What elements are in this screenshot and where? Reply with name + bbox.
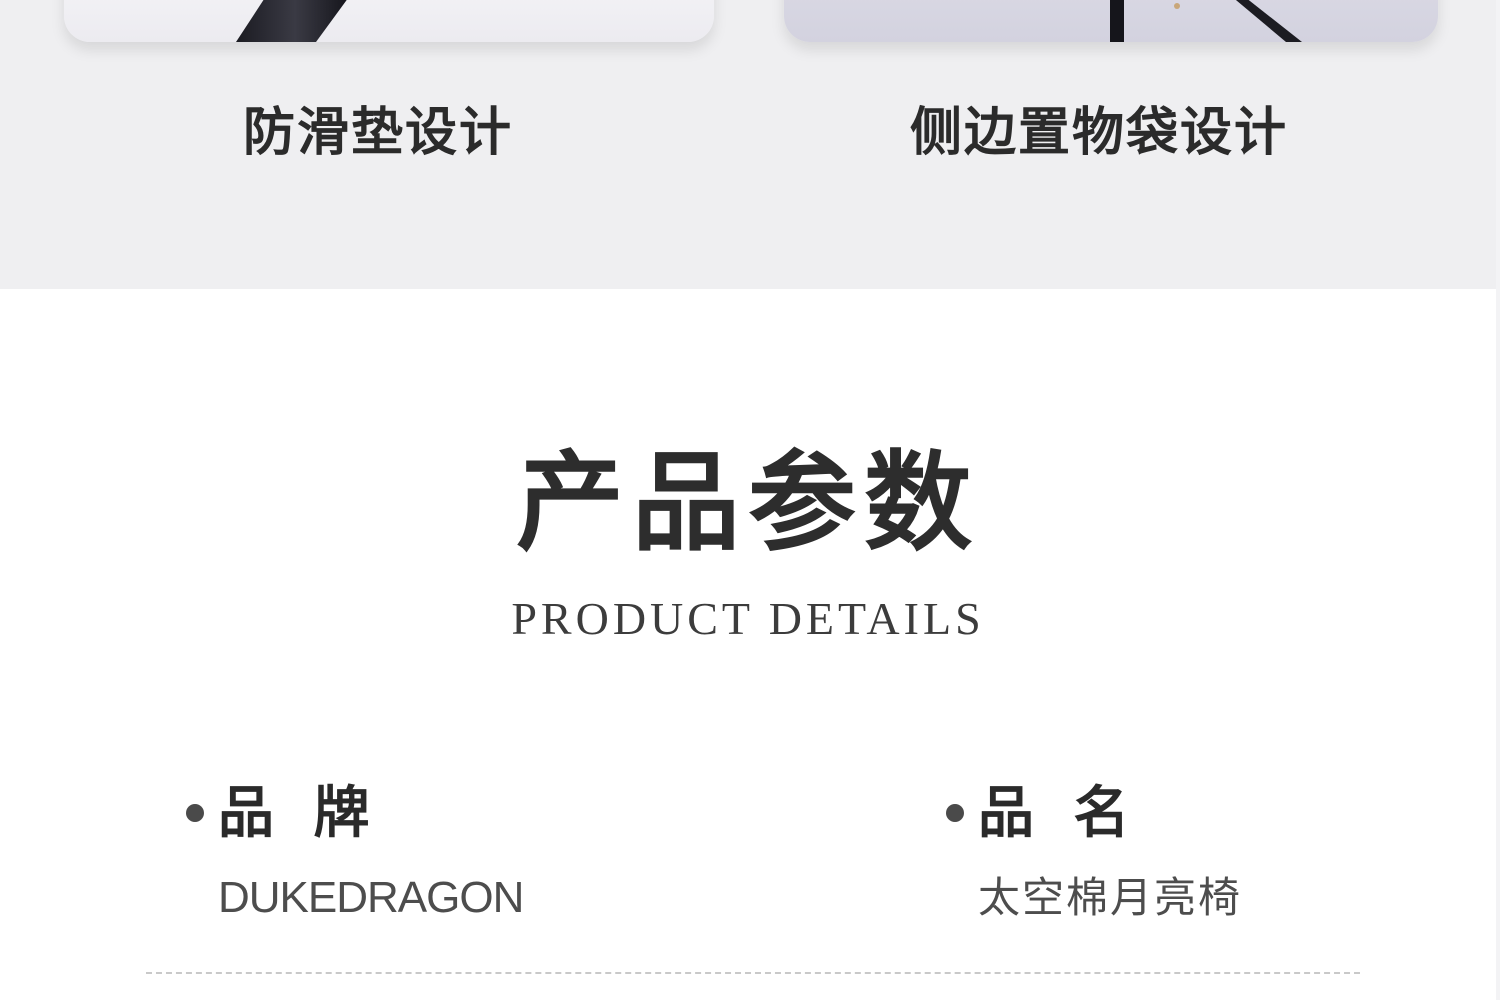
dashed-divider <box>146 972 1360 974</box>
param-value: DUKEDRAGON <box>218 873 524 922</box>
chair-frame-image-right <box>1110 0 1302 42</box>
anti-slip-pad-photo <box>64 0 714 42</box>
section-title: 产品参数 <box>515 440 980 566</box>
chair-leg-image-left <box>236 0 347 42</box>
page-edge <box>1496 0 1500 1000</box>
feature-section: 防滑垫设计 侧边置物袋设计 <box>0 0 1496 289</box>
section-subtitle: PRODUCT DETAILS <box>511 593 985 644</box>
param-label: 品 名 <box>978 780 1140 846</box>
feature-label-side-pocket: 侧边置物袋设计 <box>910 102 1289 163</box>
param-value: 太空棉月亮椅 <box>978 873 1243 922</box>
side-pocket-photo <box>784 0 1438 42</box>
feature-label-anti-slip: 防滑垫设计 <box>243 102 514 163</box>
param-label: 品 牌 <box>218 780 380 846</box>
bullet-icon <box>186 804 204 822</box>
bullet-icon <box>946 804 964 822</box>
